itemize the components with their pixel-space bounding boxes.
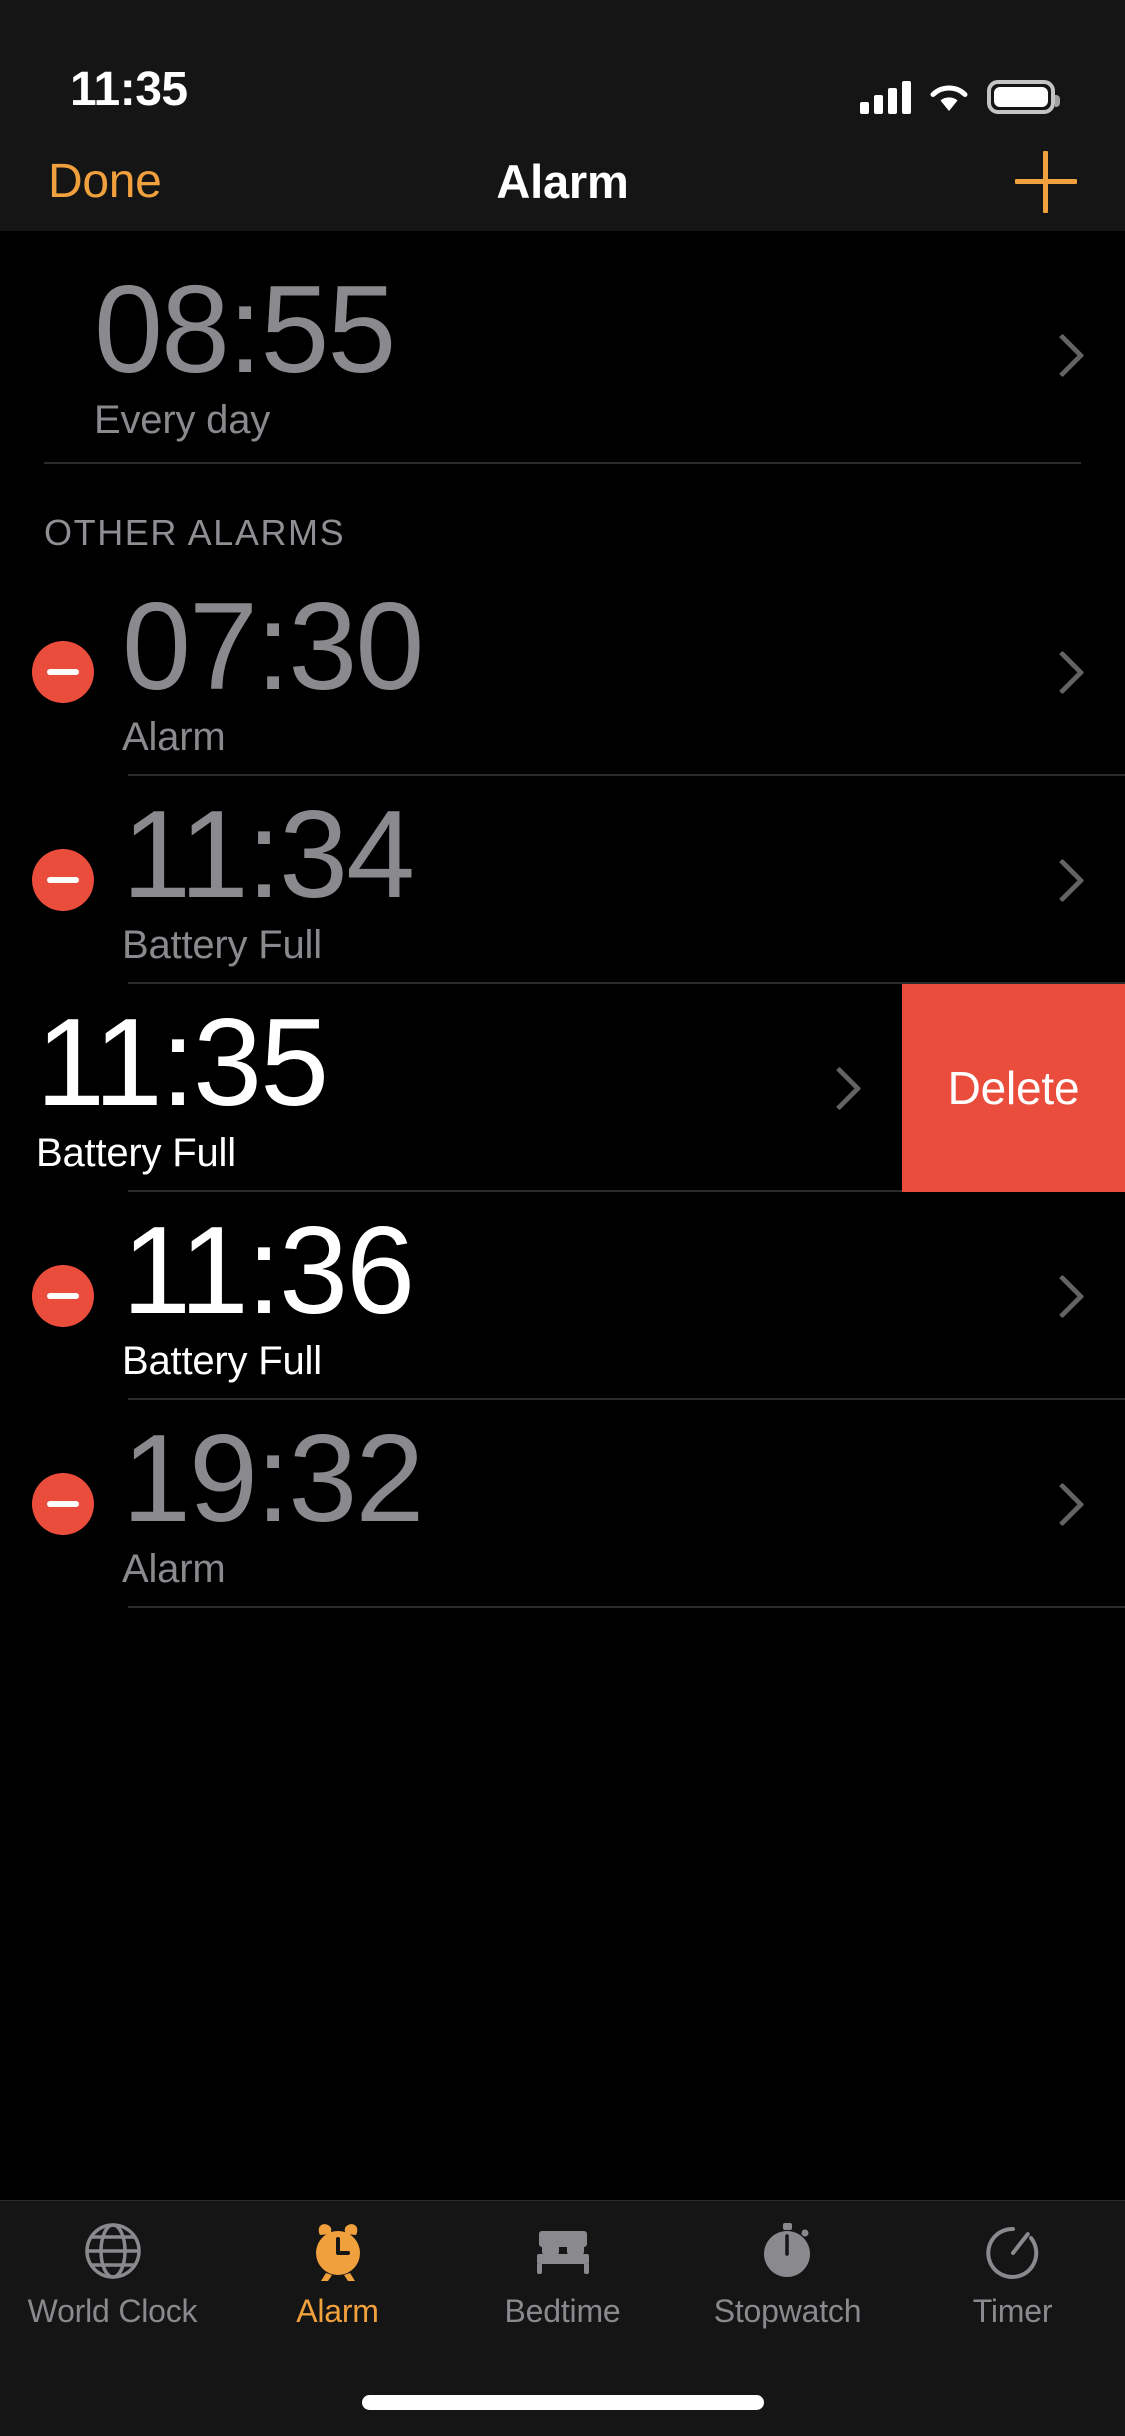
tab-label: World Clock	[27, 2293, 198, 2329]
alarm-label: Battery Full	[122, 1338, 322, 1383]
cellular-signal-icon	[860, 80, 911, 114]
page-title: Alarm	[496, 155, 629, 208]
tab-label: Alarm	[296, 2293, 379, 2329]
status-bar-clock: 11:35	[70, 63, 188, 116]
delete-handle-icon[interactable]	[32, 641, 94, 703]
tab-bedtime[interactable]: Bedtime	[450, 2219, 675, 2330]
delete-handle-icon[interactable]	[32, 849, 94, 911]
alarm-clock-icon	[306, 2219, 370, 2283]
alarm-row-swiped[interactable]: 11:35 Battery Full Delete	[0, 984, 1125, 1192]
timer-icon	[981, 2219, 1045, 2283]
tab-label: Bedtime	[504, 2293, 621, 2329]
alarm-row[interactable]: 08:55 Every day	[0, 232, 1125, 464]
tab-world-clock[interactable]: World Clock	[0, 2219, 225, 2330]
iphone-screen: 11:35 Done Alarm 08:55 Every day OTHER A…	[0, 0, 1125, 2436]
bed-icon	[531, 2219, 595, 2283]
tab-stopwatch[interactable]: Stopwatch	[675, 2219, 900, 2330]
chevron-right-icon[interactable]	[1041, 1484, 1081, 1524]
alarm-label: Every day	[94, 397, 271, 442]
alarm-row[interactable]: 11:34 Battery Full	[0, 776, 1125, 984]
delete-handle-icon[interactable]	[32, 1473, 94, 1535]
alarm-row-body: 11:35 Battery Full	[36, 1001, 818, 1176]
alarm-list[interactable]: 08:55 Every day OTHER ALARMS 07:30 Alarm…	[0, 232, 1125, 2200]
row-separator	[44, 462, 1081, 464]
tab-label: Timer	[972, 2293, 1053, 2329]
row-separator	[128, 1606, 1125, 1608]
alarm-label: Battery Full	[36, 1130, 236, 1175]
alarm-row-body: 11:36 Battery Full	[122, 1209, 1041, 1384]
alarm-label: Alarm	[122, 1546, 226, 1591]
alarm-row[interactable]: 19:32 Alarm	[0, 1400, 1125, 1608]
globe-icon	[81, 2219, 145, 2283]
done-button[interactable]: Done	[48, 154, 162, 209]
chevron-right-icon[interactable]	[1041, 1276, 1081, 1316]
alarm-time: 19:32	[122, 1409, 424, 1548]
alarm-row-content-shifted: 11:35 Battery Full	[0, 984, 902, 1192]
status-bar: 11:35	[0, 0, 1125, 132]
chevron-right-icon[interactable]	[1041, 860, 1081, 900]
chevron-right-icon[interactable]	[1041, 652, 1081, 692]
tab-label: Stopwatch	[713, 2293, 862, 2329]
alarm-row[interactable]: 07:30 Alarm	[0, 568, 1125, 776]
chevron-right-icon[interactable]	[818, 1068, 858, 1108]
alarm-label: Alarm	[122, 714, 226, 759]
alarm-time: 11:34	[122, 785, 415, 924]
home-indicator-area	[0, 2368, 1125, 2436]
alarm-time: 11:36	[122, 1201, 415, 1340]
delete-handle-icon[interactable]	[32, 1265, 94, 1327]
delete-button[interactable]: Delete	[902, 984, 1125, 1192]
tab-timer[interactable]: Timer	[900, 2219, 1125, 2330]
tab-alarm[interactable]: Alarm	[225, 2219, 450, 2330]
alarm-row-body: 07:30 Alarm	[122, 585, 1041, 760]
section-header-other-alarms: OTHER ALARMS	[44, 512, 346, 553]
alarm-row-body: 19:32 Alarm	[122, 1417, 1041, 1592]
alarm-label: Battery Full	[122, 922, 322, 967]
battery-full-icon	[987, 80, 1060, 114]
alarm-time: 11:35	[36, 993, 329, 1132]
stopwatch-icon	[756, 2219, 820, 2283]
chevron-right-icon[interactable]	[1041, 335, 1081, 375]
status-bar-indicators	[860, 80, 1060, 114]
alarm-time: 07:30	[122, 577, 424, 716]
home-indicator[interactable]	[361, 2394, 764, 2410]
navigation-bar: Done Alarm	[0, 132, 1125, 232]
wifi-icon	[927, 80, 971, 114]
alarm-row-body: 11:34 Battery Full	[122, 793, 1041, 968]
alarm-row-body: 08:55 Every day	[94, 268, 1041, 443]
tab-bar: World Clock Alarm Bedtime Stopwatch Time…	[0, 2200, 1125, 2368]
alarm-time: 08:55	[94, 260, 396, 399]
alarm-row[interactable]: 11:36 Battery Full	[0, 1192, 1125, 1400]
plus-icon[interactable]	[1015, 150, 1077, 213]
